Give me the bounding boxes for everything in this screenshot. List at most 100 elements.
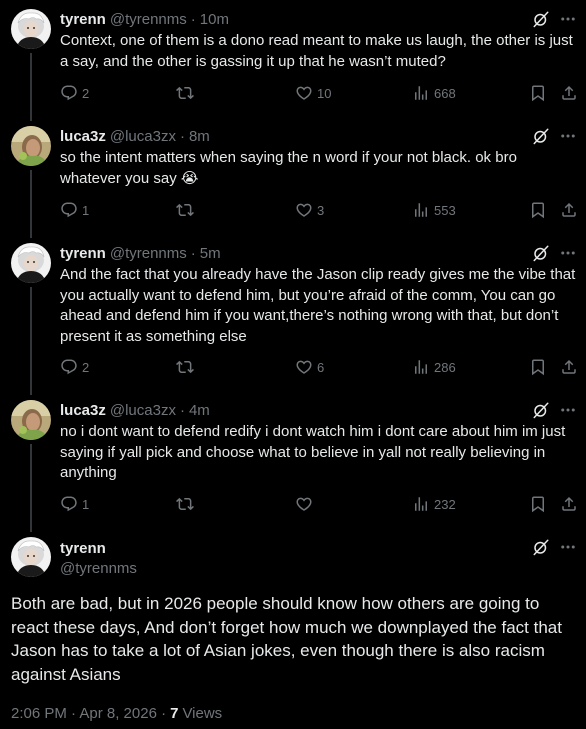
- like-count: 3: [317, 202, 325, 218]
- share-button[interactable]: [560, 83, 578, 103]
- timestamp[interactable]: 10m: [200, 11, 229, 28]
- action-bar: 1 232: [60, 494, 580, 514]
- repost-button[interactable]: [176, 200, 194, 220]
- views-count: 286: [434, 359, 456, 375]
- grok-icon[interactable]: [532, 401, 550, 419]
- like-count: 10: [317, 85, 332, 101]
- timestamp[interactable]: 4m: [189, 402, 210, 419]
- more-icon[interactable]: [559, 244, 577, 262]
- user-handle[interactable]: @luca3zx: [110, 402, 176, 419]
- separator: ·: [179, 127, 185, 145]
- bookmark-icon: [529, 495, 547, 513]
- more-icon[interactable]: [559, 538, 577, 556]
- grok-icon[interactable]: [532, 10, 550, 28]
- views-count: 553: [434, 202, 456, 218]
- repost-button[interactable]: [176, 494, 194, 514]
- views-button[interactable]: 286: [412, 357, 456, 377]
- grok-icon[interactable]: [532, 127, 550, 145]
- display-name[interactable]: luca3z: [60, 402, 106, 419]
- more-icon[interactable]: [559, 401, 577, 419]
- like-icon: [295, 495, 313, 513]
- views-button[interactable]: 553: [412, 200, 456, 220]
- bookmark-icon: [529, 84, 547, 102]
- tweet-text: Context, one of them is a dono read mean…: [60, 32, 573, 70]
- avatar[interactable]: [11, 537, 51, 577]
- avatar[interactable]: [11, 9, 51, 49]
- tweet-header: tyrenn @tyrennms · 5m: [60, 243, 221, 263]
- views-button[interactable]: 668: [412, 83, 456, 103]
- main-views-label: Views: [182, 705, 223, 722]
- share-button[interactable]: [560, 200, 578, 220]
- avatar[interactable]: [11, 126, 51, 166]
- bookmark-button[interactable]: [529, 357, 547, 377]
- views-icon: [412, 495, 430, 513]
- tweet-text: so the intent matters when saying the n …: [60, 149, 517, 187]
- tweet-header: luca3z @luca3zx · 8m: [60, 126, 210, 146]
- reply-button[interactable]: 1: [60, 200, 89, 220]
- bookmark-button[interactable]: [529, 200, 547, 220]
- user-handle[interactable]: @tyrennms: [110, 11, 187, 28]
- reply-icon: [60, 495, 78, 513]
- separator: ·: [190, 244, 196, 262]
- views-count: 668: [434, 85, 456, 101]
- tweet-text: no i dont want to defend redify i dont w…: [60, 423, 566, 481]
- repost-icon: [176, 84, 194, 102]
- reply-button[interactable]: 2: [60, 357, 89, 377]
- views-icon: [412, 84, 430, 102]
- grok-icon[interactable]: [532, 538, 550, 556]
- like-button[interactable]: [295, 494, 317, 514]
- reply-count: 2: [82, 359, 90, 375]
- like-icon: [295, 84, 313, 102]
- display-name[interactable]: luca3z: [60, 128, 106, 145]
- reply-button[interactable]: 2: [60, 83, 89, 103]
- like-count: 6: [317, 359, 325, 375]
- tweet-header: tyrenn @tyrennms · 10m: [60, 9, 229, 29]
- reply-tweet[interactable]: tyrenn @tyrennms · 10m Context, one of t…: [0, 9, 586, 109]
- grok-icon[interactable]: [532, 244, 550, 262]
- tweet-header: luca3z @luca3zx · 4m: [60, 400, 210, 420]
- repost-icon: [176, 358, 194, 376]
- bookmark-button[interactable]: [529, 83, 547, 103]
- repost-icon: [176, 495, 194, 513]
- share-button[interactable]: [560, 357, 578, 377]
- reply-tweet[interactable]: luca3z @luca3zx · 4m no i dont want to d…: [0, 400, 586, 520]
- reply-icon: [60, 84, 78, 102]
- user-handle[interactable]: @tyrennms: [110, 245, 187, 262]
- share-icon: [560, 201, 578, 219]
- action-bar: 1 3 553: [60, 200, 580, 220]
- views-count: 232: [434, 496, 456, 512]
- bookmark-icon: [529, 201, 547, 219]
- main-timestamp[interactable]: 2:06 PM · Apr 8, 2026 ·: [11, 705, 166, 722]
- repost-button[interactable]: [176, 83, 194, 103]
- more-icon[interactable]: [559, 10, 577, 28]
- more-icon[interactable]: [559, 127, 577, 145]
- like-button[interactable]: 3: [295, 200, 324, 220]
- reply-tweet[interactable]: luca3z @luca3zx · 8m so the intent matte…: [0, 126, 586, 226]
- like-icon: [295, 358, 313, 376]
- like-button[interactable]: 6: [295, 357, 324, 377]
- reply-count: 1: [82, 496, 90, 512]
- repost-button[interactable]: [176, 357, 194, 377]
- reply-button[interactable]: 1: [60, 494, 89, 514]
- display-name[interactable]: tyrenn: [60, 245, 106, 262]
- avatar[interactable]: [11, 243, 51, 283]
- timestamp[interactable]: 5m: [200, 245, 221, 262]
- like-icon: [295, 201, 313, 219]
- user-handle[interactable]: @luca3zx: [110, 128, 176, 145]
- display-name[interactable]: tyrenn: [60, 11, 106, 28]
- share-button[interactable]: [560, 494, 578, 514]
- reply-icon: [60, 201, 78, 219]
- views-button[interactable]: 232: [412, 494, 456, 514]
- main-views-count: 7: [170, 705, 179, 722]
- separator: ·: [190, 10, 196, 28]
- like-button[interactable]: 10: [295, 83, 331, 103]
- main-display-name[interactable]: tyrenn: [60, 540, 106, 557]
- reply-tweet[interactable]: tyrenn @tyrennms · 5m And the fact that …: [0, 243, 586, 383]
- timestamp[interactable]: 8m: [189, 128, 210, 145]
- tweet-text: And the fact that you already have the J…: [60, 266, 576, 345]
- main-user-handle[interactable]: @tyrennms: [60, 560, 137, 577]
- bookmark-icon: [529, 358, 547, 376]
- views-icon: [412, 358, 430, 376]
- avatar[interactable]: [11, 400, 51, 440]
- bookmark-button[interactable]: [529, 494, 547, 514]
